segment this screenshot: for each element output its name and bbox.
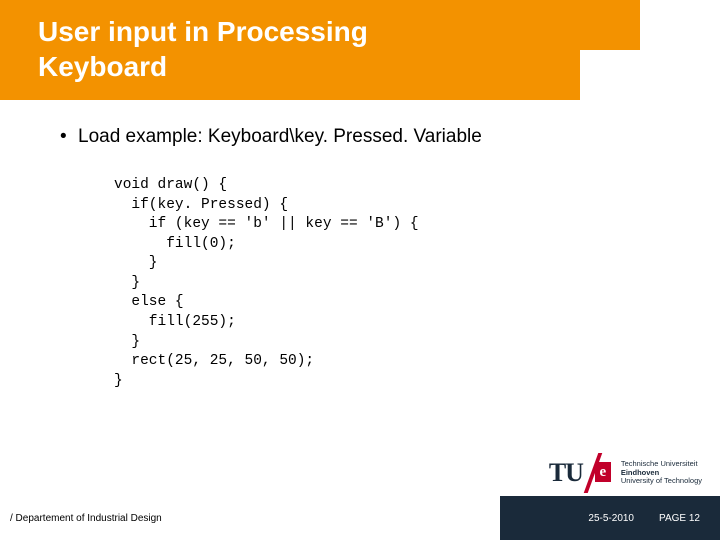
logo-e: e	[595, 462, 611, 482]
slide-body: •Load example: Keyboard\key. Pressed. Va…	[60, 126, 680, 391]
footer-dept: / Departement of Industrial Design	[10, 513, 162, 524]
footer-date: 25-5-2010	[588, 513, 634, 524]
title-band: User input in Processing Keyboard	[0, 0, 720, 100]
slide: { "title": { "line1": "User input in Pro…	[0, 0, 720, 540]
footer-page: PAGE 12	[659, 513, 700, 524]
slide-title: User input in Processing Keyboard	[38, 14, 368, 84]
tue-logo: TU e Technische Universiteit Eindhoven U…	[549, 456, 702, 490]
bullet-item: •Load example: Keyboard\key. Pressed. Va…	[60, 126, 680, 148]
logo-line3: University of Technology	[621, 476, 702, 485]
bullet-dot: •	[60, 126, 78, 148]
logo-text: Technische Universiteit Eindhoven Univer…	[621, 460, 702, 486]
logo-line1: Technische Universiteit	[621, 459, 698, 468]
title-line2: Keyboard	[38, 51, 167, 82]
logo-mark: TU e	[549, 456, 613, 490]
code-block: void draw() { if(key. Pressed) { if (key…	[114, 176, 680, 391]
logo-tu: TU	[549, 458, 583, 488]
title-tab	[580, 0, 640, 50]
footer: TU e Technische Universiteit Eindhoven U…	[0, 460, 720, 540]
title-line1: User input in Processing	[38, 16, 368, 47]
bullet-text: Load example: Keyboard\key. Pressed. Var…	[78, 126, 482, 147]
